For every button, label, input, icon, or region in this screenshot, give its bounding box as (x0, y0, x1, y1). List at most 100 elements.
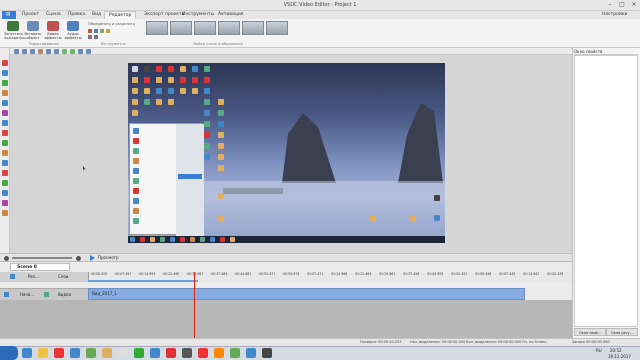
taskbar-app-icon-6[interactable] (102, 348, 112, 358)
taskbar-app-icon-16[interactable] (262, 348, 272, 358)
tab-properties-window[interactable]: Окно свой... (574, 328, 606, 336)
zoom-icon[interactable] (30, 49, 35, 54)
eye-icon[interactable] (4, 292, 9, 297)
tool-icon-3[interactable] (2, 80, 8, 86)
tool-icon-2[interactable] (2, 70, 8, 76)
menu-item-icon-4[interactable] (133, 158, 139, 164)
style-thumb-6[interactable] (266, 21, 288, 35)
tray-time[interactable]: 20:52 (610, 348, 622, 353)
taskbar-app-icon-9[interactable] (150, 348, 160, 358)
audio-icon[interactable] (44, 292, 49, 297)
windows-start-icon[interactable] (0, 346, 18, 360)
taskbar-app-icon-11[interactable] (182, 348, 192, 358)
close-button[interactable]: × (629, 1, 639, 9)
merge-split-tool[interactable]: Объединить и разделить (88, 22, 138, 27)
zoom-out-icon[interactable] (4, 256, 9, 261)
tool-icon-15[interactable] (2, 200, 8, 206)
audio-effects-button[interactable]: Аудио эффекты (64, 21, 82, 43)
taskbar-app-icon-2[interactable] (38, 348, 48, 358)
menu-item-icon-3[interactable] (133, 148, 139, 154)
tool-icon-11[interactable] (2, 160, 8, 166)
tab-edit[interactable]: Правка (64, 11, 89, 19)
tool-icon-12[interactable] (2, 170, 8, 176)
tab-scene[interactable]: Сцена (42, 11, 65, 19)
tab-editor[interactable]: Редактор (104, 11, 137, 19)
menu-item-icon-1[interactable] (133, 128, 139, 134)
tool-icon-1[interactable] (2, 60, 8, 66)
snap-icon[interactable] (54, 49, 59, 54)
tray-language[interactable]: RU (596, 348, 602, 353)
menu-item-icon-8[interactable] (133, 198, 139, 204)
tool-icon-7[interactable] (2, 120, 8, 126)
zoom-in-icon[interactable] (76, 256, 81, 261)
status-zoom[interactable]: Оч. по Screen (522, 340, 547, 344)
minimize-button[interactable]: – (605, 1, 615, 9)
maximize-button[interactable]: □ (617, 1, 627, 9)
trim-icon[interactable] (94, 35, 98, 39)
menu-item-icon-2[interactable] (133, 138, 139, 144)
mirror-icon[interactable] (100, 29, 104, 33)
tab-project[interactable]: Проект (18, 11, 43, 19)
taskbar-app-icon-13[interactable] (214, 348, 224, 358)
taskbar-app-icon-4[interactable] (70, 348, 80, 358)
scene-tab[interactable]: Scene 0 (10, 263, 70, 271)
timeline-empty-area[interactable] (0, 300, 572, 338)
menu-item-icon-10[interactable] (133, 218, 139, 224)
video-track[interactable] (88, 288, 525, 300)
tool-icon-4[interactable] (2, 90, 8, 96)
tool-icon-10[interactable] (2, 150, 8, 156)
playhead[interactable] (194, 272, 195, 338)
menu-item-icon-6[interactable] (133, 178, 139, 184)
taskbar-app-icon-1[interactable] (22, 348, 32, 358)
taskbar-app-icon-7[interactable] (118, 348, 128, 358)
taskbar-app-icon-14[interactable] (230, 348, 240, 358)
hand-icon[interactable] (22, 49, 27, 54)
menu-highlight[interactable] (178, 174, 202, 179)
tab-resources-window[interactable]: Окно ресу... (606, 328, 638, 336)
tab-view[interactable]: Вид (88, 11, 105, 19)
tool-icon-5[interactable] (2, 100, 8, 106)
file-menu-icon[interactable]: ▤ (2, 11, 16, 19)
lock-icon[interactable] (10, 274, 15, 279)
video-preview[interactable] (128, 63, 445, 243)
layer-up-icon[interactable] (62, 49, 67, 54)
crop-icon[interactable] (88, 29, 92, 33)
tool-icon-13[interactable] (2, 180, 8, 186)
layer-down-icon[interactable] (70, 49, 75, 54)
style-thumb-2[interactable] (170, 21, 192, 35)
play-preview-icon[interactable] (90, 255, 95, 261)
select-icon[interactable] (14, 49, 19, 54)
align-icon[interactable] (38, 49, 43, 54)
menu-item-icon-7[interactable] (133, 188, 139, 194)
tab-tools[interactable]: Инструменты (178, 11, 218, 19)
video-effects-button[interactable]: Видео эффекты (44, 21, 62, 43)
taskbar-app-icon-10[interactable] (166, 348, 176, 358)
taskbar-app-icon-8[interactable] (134, 348, 144, 358)
taskbar-app-icon-3[interactable] (54, 348, 64, 358)
zoom-slider[interactable] (12, 257, 72, 259)
tool-icon-16[interactable] (2, 210, 8, 216)
group-icon[interactable] (78, 49, 83, 54)
insert-object-button[interactable]: Вставить объект (24, 21, 42, 43)
settings-link[interactable]: Настройки (598, 11, 631, 19)
preview-button[interactable]: Просмотр (98, 255, 119, 260)
play-button[interactable]: Запустить пожаротуш... (4, 21, 29, 43)
tab-activation[interactable]: Активация (214, 11, 247, 19)
tool-icon-6[interactable] (2, 110, 8, 116)
cut-icon[interactable] (88, 35, 92, 39)
ungroup-icon[interactable] (86, 49, 91, 54)
video-clip-label[interactable]: Вид_2017_1 (92, 289, 152, 299)
tool-icon-8[interactable] (2, 130, 8, 136)
tool-icon-14[interactable] (2, 190, 8, 196)
style-thumb-3[interactable] (194, 21, 216, 35)
video-track-header[interactable]: Нача... Видео (0, 288, 88, 300)
taskbar-app-icon-12[interactable] (198, 348, 208, 358)
grid-icon[interactable] (46, 49, 51, 54)
style-thumb-1[interactable] (146, 21, 168, 35)
style-thumb-4[interactable] (218, 21, 240, 35)
tool-icon-9[interactable] (2, 140, 8, 146)
taskbar-app-icon-5[interactable] (86, 348, 96, 358)
style-thumb-5[interactable] (242, 21, 264, 35)
menu-item-icon-5[interactable] (133, 168, 139, 174)
tray-date[interactable]: 19.12.2017 (608, 354, 631, 359)
